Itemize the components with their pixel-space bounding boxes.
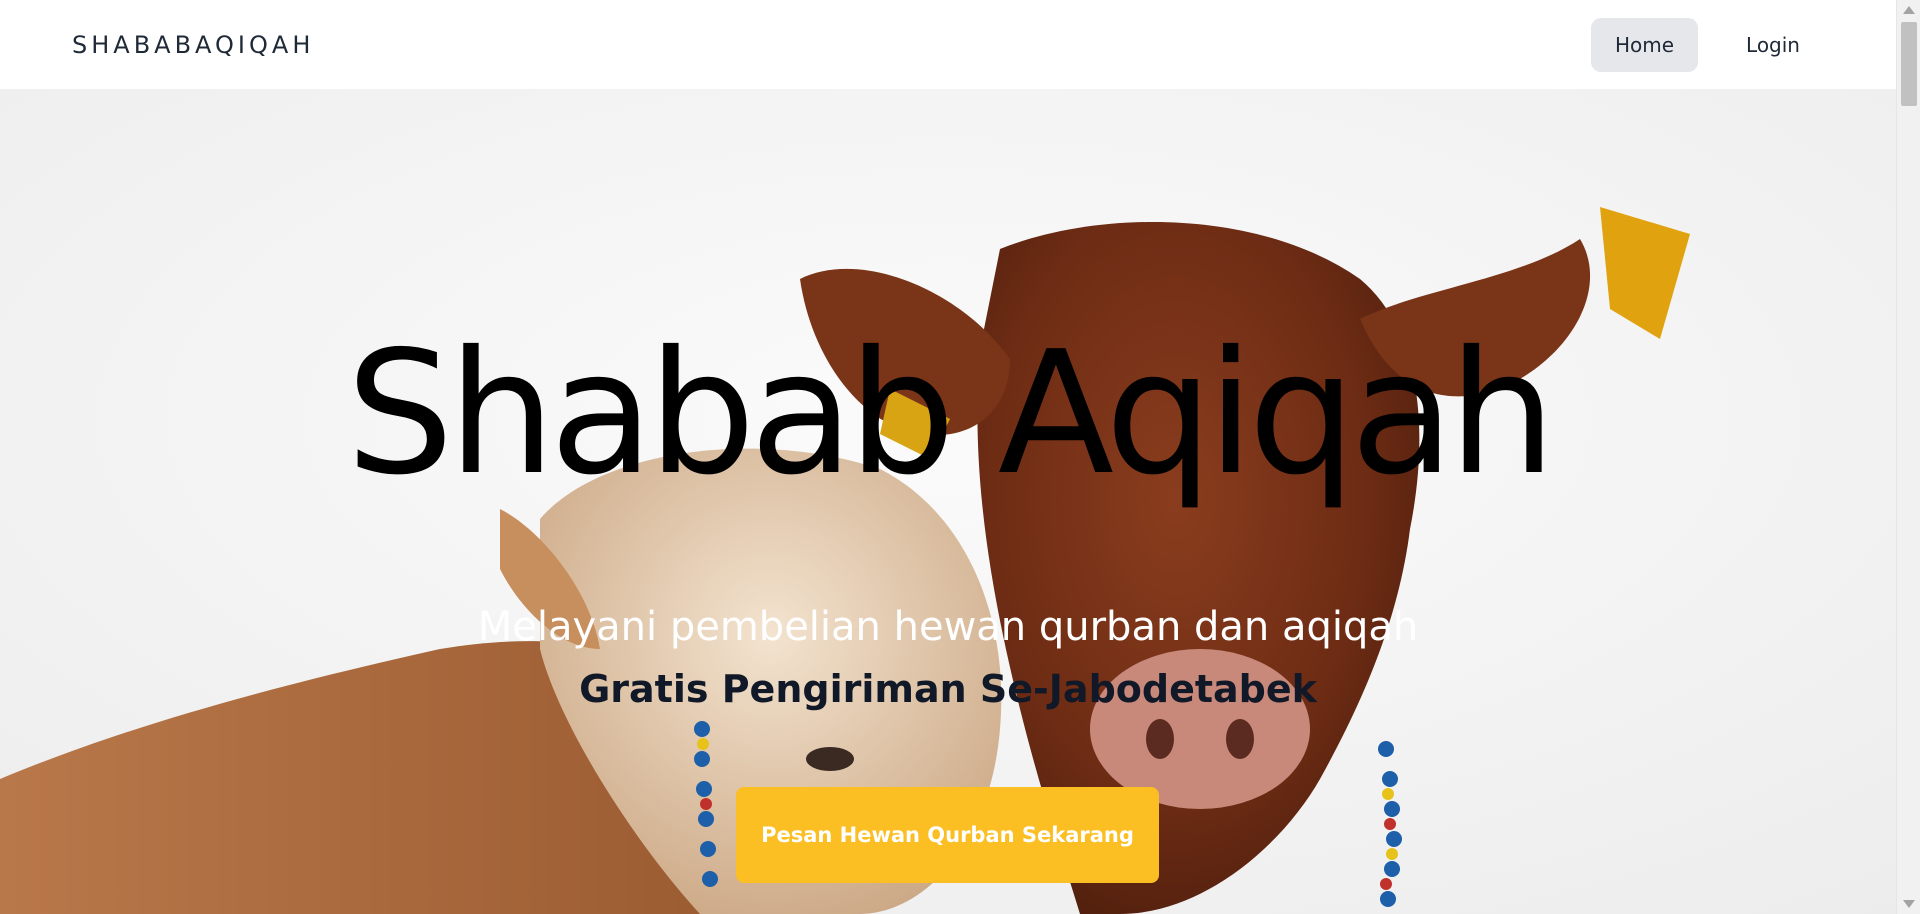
hero-tagline: Gratis Pengiriman Se-Jabodetabek	[579, 667, 1317, 711]
nav-login-link[interactable]: Login	[1722, 18, 1824, 72]
page-scrollbar[interactable]	[1896, 0, 1920, 914]
brand-logo[interactable]: SHABABAQIQAH	[72, 31, 314, 59]
hero-subtitle: Melayani pembelian hewan qurban dan aqiq…	[477, 604, 1419, 650]
hero-section: Shabab Aqiqah Melayani pembelian hewan q…	[0, 89, 1896, 914]
scroll-thumb[interactable]	[1901, 22, 1917, 106]
scroll-up-icon[interactable]	[1903, 6, 1915, 14]
hero-title: Shabab Aqiqah	[345, 315, 1556, 513]
scroll-down-icon[interactable]	[1903, 900, 1915, 908]
nav-home-link[interactable]: Home	[1590, 17, 1699, 72]
top-navbar: SHABABAQIQAH Home Login	[0, 0, 1896, 89]
order-qurban-button[interactable]: Pesan Hewan Qurban Sekarang	[736, 787, 1159, 883]
nav-links: Home Login	[1590, 17, 1824, 72]
